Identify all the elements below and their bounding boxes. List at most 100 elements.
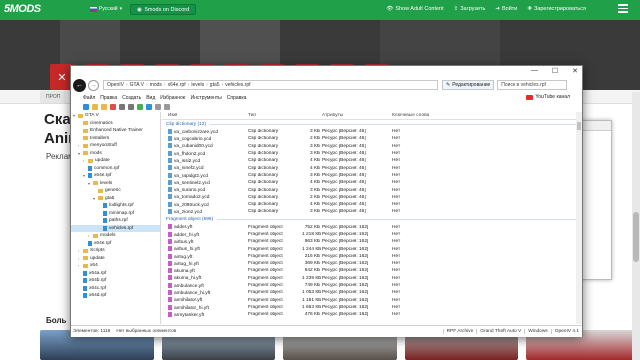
menu-create[interactable]: Создать [122, 95, 141, 101]
tree-node[interactable]: x64c.rpf [71, 285, 160, 293]
export-icon[interactable] [146, 103, 152, 110]
column-type[interactable]: Тип [248, 113, 302, 118]
tree-node[interactable]: Enhanced Native Trainer [71, 127, 160, 135]
tree-node[interactable]: minimap.rpf [71, 210, 160, 218]
column-keywords[interactable]: Ключевые слова [392, 113, 432, 118]
file-row[interactable]: adder_hi.yft Fragment object 1 218 КБ Ресур… [162, 231, 582, 238]
show-adult-content-link[interactable]: 👁 Show Adult Content [386, 6, 443, 12]
tree-node[interactable]: x64b.rpf [71, 277, 160, 285]
new-icon[interactable] [83, 103, 89, 110]
title-bar[interactable]: — ☐ ✕ [71, 66, 582, 78]
tree-node[interactable]: › menyooStuff [71, 142, 160, 150]
menu-view[interactable]: Вид [146, 95, 155, 101]
tree-node[interactable]: ▾ levels [71, 180, 160, 188]
tree-node[interactable]: lodlights.rpf [71, 202, 160, 210]
tree-node[interactable]: ▾ GTA V [71, 112, 160, 120]
tree-node[interactable]: ▾ gta5 [71, 195, 160, 203]
forward-arrow-icon[interactable]: → [88, 79, 99, 91]
column-name[interactable]: Имя [162, 113, 248, 118]
tree-node[interactable]: x64d.rpf [71, 292, 160, 300]
minimize-icon[interactable]: — [531, 67, 538, 75]
menu-edit[interactable]: Правка [100, 95, 117, 101]
breadcrumb[interactable]: OpenIV › GTA V › mods › x64e.rpf › levels › g… [103, 80, 438, 90]
tree-node[interactable]: › update [71, 255, 160, 263]
tree-node[interactable]: generic [71, 187, 160, 195]
tree-node[interactable]: paths.rpf [71, 217, 160, 225]
file-row[interactable]: annihilator_hi.yft Fragment object 1 663 К… [162, 304, 582, 311]
file-row[interactable]: va_ninef2.ycd Clip dictionary 4 КБ Ресурс [… [162, 164, 582, 171]
tree-node[interactable]: ▾ mods [71, 150, 160, 158]
menu-help[interactable]: Справка [227, 95, 247, 101]
file-row[interactable]: va_sentinel2.ycd Clip dictionary 4 КБ Ресур… [162, 179, 582, 186]
file-row[interactable]: va_tornado2.ycd Clip dictionary 2 КБ Ресурс… [162, 194, 582, 201]
file-row[interactable]: va_surano.ycd Clip dictionary 3 КБ Ресурс [… [162, 186, 582, 193]
column-attributes[interactable]: Атрибуты [322, 113, 392, 118]
file-row[interactable]: va_issi2.ycd Clip dictionary 4 КБ Ресурс [В… [162, 157, 582, 164]
file-row[interactable]: airtug_hi.yft Fragment object 369 КБ Ресурс… [162, 260, 582, 267]
language-selector[interactable]: Русский ▾ [90, 6, 122, 12]
file-row[interactable]: va_fhdon2.ycd Clip dictionary 3 КБ Ресурс [… [162, 150, 582, 157]
breadcrumb-item[interactable]: vehicles.rpf [225, 82, 250, 88]
youtube-link[interactable]: YouTube канал [526, 94, 570, 100]
close-icon[interactable]: ✕ [572, 67, 578, 75]
file-row[interactable]: airbus.yft Fragment object 963 КБ Ресурс [В… [162, 238, 582, 245]
file-row[interactable]: va_rapidgt2.ycd Clip dictionary 3 КБ Ресурс… [162, 172, 582, 179]
tree-node[interactable]: cinematics [71, 120, 160, 128]
file-row[interactable]: armytanker.yft Fragment object 476 КБ Ресур… [162, 311, 582, 318]
search-input[interactable] [497, 80, 568, 90]
file-row[interactable]: annihilator.yft Fragment object 1 181 КБ Ре… [162, 297, 582, 304]
group-header[interactable]: Fragment object (596) [162, 216, 582, 224]
page-scrollbar[interactable] [632, 92, 640, 360]
breadcrumb-item[interactable]: mods [150, 82, 162, 88]
breadcrumb-item[interactable]: x64e.rpf [168, 82, 186, 88]
menu-icon[interactable] [618, 4, 628, 14]
menu-file[interactable]: Файл [83, 95, 95, 101]
file-row[interactable]: va_carbonizzare.ycd Clip dictionary 3 КБ Ре… [162, 128, 582, 135]
file-row[interactable]: airbus_hi.yft Fragment object 1 244 КБ Ресу… [162, 245, 582, 252]
file-row[interactable]: va_z08truck.ycd Clip dictionary 4 КБ Ресурс… [162, 201, 582, 208]
delete-icon[interactable] [110, 103, 116, 110]
file-row[interactable]: va_zion2.ycd Clip dictionary 3 КБ Ресурс [В… [162, 208, 582, 215]
register-link[interactable]: ✚ Зарегистрироваться [527, 6, 586, 12]
discord-button[interactable]: ◉ 5mods on Discord [130, 4, 197, 15]
file-row[interactable]: ambulance_hi.yft Fragment object 1 053 КБ Р… [162, 289, 582, 296]
file-row[interactable]: adder.yft Fragment object 752 КБ Ресурс [Ве… [162, 224, 582, 231]
tree-node[interactable]: x64a.rpf [71, 270, 160, 278]
breadcrumb-item[interactable]: gta5 [210, 82, 220, 88]
tree-node[interactable]: › Scripts [71, 247, 160, 255]
menu-tools[interactable]: Инструменты [191, 95, 222, 101]
list-scrollbar[interactable] [576, 112, 582, 324]
site-logo[interactable]: 5MODS [4, 3, 41, 15]
open-folder-icon[interactable] [101, 103, 107, 110]
file-row[interactable]: airtug.yft Fragment object 215 КБ Ресурс [В… [162, 253, 582, 260]
tree-node[interactable]: › models [71, 232, 160, 240]
maximize-icon[interactable]: ☐ [552, 67, 558, 75]
copy-icon[interactable] [119, 103, 125, 110]
tree-node[interactable]: Installers [71, 135, 160, 143]
tree-node[interactable]: › update [71, 157, 160, 165]
file-row[interactable]: ambulance.yft Fragment object 749 КБ Ресурс… [162, 282, 582, 289]
import-icon[interactable] [137, 103, 143, 110]
file-row[interactable]: va_cubanid00.ycd Clip dictionary 3 КБ Ресур… [162, 143, 582, 150]
edit-mode-button[interactable]: ✎ Редактирование [442, 80, 495, 90]
file-row[interactable]: va_cogcabrio.ycd Clip dictionary 2 КБ Ресур… [162, 135, 582, 142]
back-arrow-icon[interactable]: ← [73, 78, 86, 92]
breadcrumb-item[interactable]: levels [191, 82, 204, 88]
menu-favorites[interactable]: Избранное [160, 95, 185, 101]
breadcrumb-item[interactable]: GTA V [130, 82, 144, 88]
breadcrumb-item[interactable]: OpenIV [107, 82, 124, 88]
tree-node[interactable]: common.rpf [71, 165, 160, 173]
tree-node[interactable]: vehicles.rpf [71, 224, 160, 232]
subtab[interactable]: ПРОП [40, 91, 67, 103]
login-link[interactable]: ➜ Войти [495, 6, 517, 12]
folder-icon[interactable] [92, 103, 98, 110]
upload-link[interactable]: ⇪ Загрузить [454, 6, 486, 12]
tree-node[interactable]: x64e.rpf [71, 240, 160, 248]
tree-node[interactable]: ▾ x64e.rpf [71, 172, 160, 180]
file-row[interactable]: akuma_hi.yft Fragment object 1 239 КБ Ресур… [162, 275, 582, 282]
sort-icon[interactable] [164, 103, 170, 110]
tree-node[interactable]: › x64 [71, 262, 160, 270]
group-header[interactable]: Clip dictionary (12) [162, 120, 582, 128]
paste-icon[interactable] [128, 103, 134, 110]
file-row[interactable]: akuma.yft Fragment object 842 КБ Ресурс [Ве… [162, 267, 582, 274]
